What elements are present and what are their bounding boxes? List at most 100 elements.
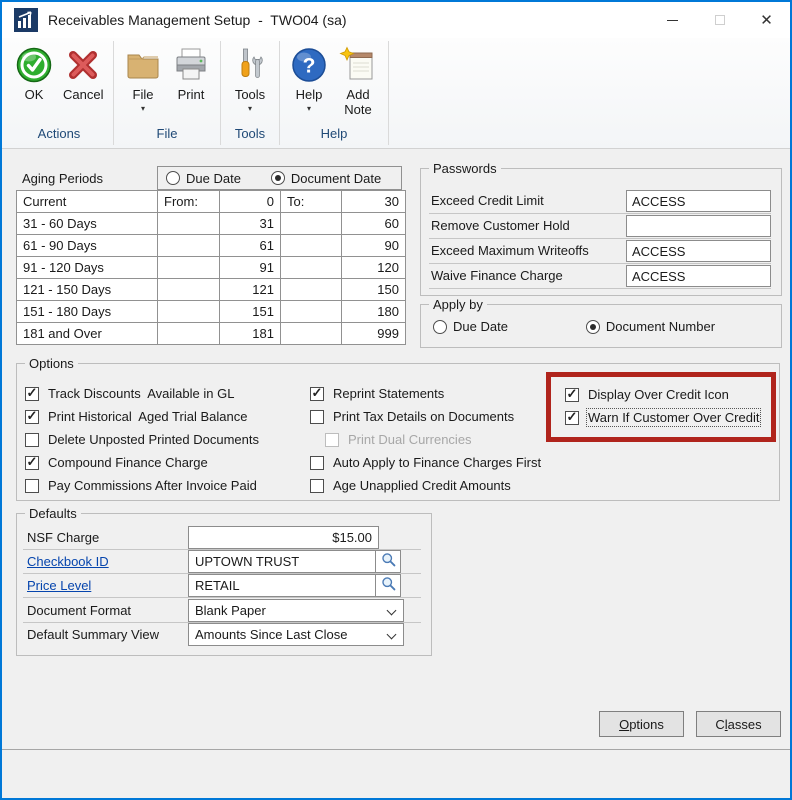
exceed-credit-limit-password-input[interactable]: ACCESS (626, 190, 771, 212)
aging-from-label (158, 235, 220, 257)
delete-unposted-printed-documents-checkbox[interactable] (25, 433, 39, 447)
aging-to-input[interactable]: 999 (342, 323, 406, 345)
print-historical-aged-trial-balance-checkbox[interactable] (25, 410, 39, 424)
apply-by-group: Apply by Due DateDocument Number (420, 304, 782, 348)
summary-view-value: Amounts Since Last Close (195, 627, 347, 642)
aging-from-input[interactable]: 151 (220, 301, 281, 323)
print-tax-details-on-documents-checkbox[interactable] (310, 410, 324, 424)
print-dual-currencies-checkbox (325, 433, 339, 447)
document-format-dropdown[interactable]: Blank Paper (188, 599, 404, 622)
price-level-link[interactable]: Price Level (27, 578, 91, 593)
aging-from-label (158, 213, 220, 235)
compound-finance-charge-label: Compound Finance Charge (48, 455, 208, 470)
aging-to-input[interactable]: 180 (342, 301, 406, 323)
radio-unselected-icon (166, 171, 180, 185)
print-tax-details-on-documents-checkbox-row: Print Tax Details on Documents (310, 405, 541, 428)
minimize-icon[interactable] (649, 2, 696, 38)
auto-apply-to-finance-charges-first-checkbox-row: Auto Apply to Finance Charges First (310, 451, 541, 474)
aging-due-date-radio[interactable]: Due Date (166, 171, 241, 186)
ribbon-group-tools: Tools▾ Tools (222, 38, 278, 148)
ribbon-group-label-tools: Tools (222, 123, 278, 148)
pay-commissions-after-invoice-paid-checkbox[interactable] (25, 479, 39, 493)
aging-from-input[interactable]: 0 (220, 191, 281, 213)
ribbon-tools-button[interactable]: Tools▾ (226, 45, 274, 114)
compound-finance-charge-checkbox-row: Compound Finance Charge (25, 451, 259, 474)
chevron-down-icon: ▾ (248, 105, 252, 113)
auto-apply-to-finance-charges-first-checkbox[interactable] (310, 456, 324, 470)
nsf-charge-input[interactable]: $15.00 (188, 526, 379, 549)
passwords-group: Passwords Exceed Credit LimitACCESSRemov… (420, 168, 782, 296)
options-group-title: Options (25, 356, 78, 371)
classes-button[interactable]: Classes (696, 711, 781, 737)
ribbon-cancel-button[interactable]: Cancel (58, 45, 108, 104)
nsf-charge-value: $15.00 (332, 530, 372, 545)
warn-if-customer-over-credit-label: Warn If Customer Over Credit (588, 410, 759, 425)
checkbook-id-input[interactable]: UPTOWN TRUST (188, 550, 376, 573)
age-unapplied-credit-amounts-checkbox[interactable] (310, 479, 324, 493)
aging-from-label (158, 301, 220, 323)
display-over-credit-icon-label: Display Over Credit Icon (588, 387, 729, 402)
aging-from-input[interactable]: 121 (220, 279, 281, 301)
aging-from-input[interactable]: 61 (220, 235, 281, 257)
aging-to-input[interactable]: 150 (342, 279, 406, 301)
reprint-statements-checkbox-row: Reprint Statements (310, 382, 541, 405)
track-discounts-available-in-gl-checkbox[interactable] (25, 387, 39, 401)
password-row: Exceed Maximum WriteoffsACCESS (429, 239, 771, 264)
price-level-lookup-button[interactable] (376, 574, 401, 597)
aging-table-row: 61 - 90 Days6190 (17, 235, 406, 257)
ribbon-group-file: File▾PrintFile (115, 38, 219, 148)
aging-from-input[interactable]: 181 (220, 323, 281, 345)
apply-by-document-number-radio[interactable]: Document Number (586, 319, 715, 334)
print-tax-details-on-documents-label: Print Tax Details on Documents (333, 409, 514, 424)
price-level-value: RETAIL (195, 578, 240, 593)
dialog-body: Aging Periods Due DateDocument Date Curr… (2, 149, 790, 798)
options-button[interactable]: Options (599, 711, 684, 737)
apply-by-due-date-radio[interactable]: Due Date (433, 319, 508, 334)
display-over-credit-icon-checkbox[interactable] (565, 388, 579, 402)
summary-view-dropdown[interactable]: Amounts Since Last Close (188, 623, 404, 646)
print-historical-aged-trial-balance-label: Print Historical Aged Trial Balance (48, 409, 247, 424)
aging-radio-label: Due Date (186, 171, 241, 186)
document-format-row: Document Format Blank Paper (23, 599, 421, 623)
close-icon[interactable]: ✕ (743, 2, 790, 38)
checkbook-id-link[interactable]: Checkbook ID (27, 554, 109, 569)
ribbon-help-button[interactable]: ?Help▾ (285, 45, 333, 114)
delete-unposted-printed-documents-label: Delete Unposted Printed Documents (48, 432, 259, 447)
ribbon-group-label-help: Help (281, 123, 387, 148)
aging-to-input[interactable]: 30 (342, 191, 406, 213)
password-row: Remove Customer Hold (429, 214, 771, 239)
ribbon-group-actions: OKCancelActions (6, 38, 112, 148)
ribbon-separator (388, 41, 389, 145)
track-discounts-available-in-gl-label: Track Discounts Available in GL (48, 386, 234, 401)
aging-table-row: 151 - 180 Days151180 (17, 301, 406, 323)
ribbon-ok-button[interactable]: OK (10, 45, 58, 104)
aging-document-date-radio[interactable]: Document Date (271, 171, 381, 186)
nsf-charge-label: NSF Charge (27, 530, 99, 545)
reprint-statements-checkbox[interactable] (310, 387, 324, 401)
warn-if-customer-over-credit-checkbox[interactable] (565, 411, 579, 425)
aging-to-input[interactable]: 120 (342, 257, 406, 279)
maximize-icon[interactable] (696, 2, 743, 38)
aging-to-input[interactable]: 60 (342, 213, 406, 235)
waive-finance-charge-password-input[interactable]: ACCESS (626, 265, 771, 287)
ribbon-file-button[interactable]: File▾ (119, 45, 167, 114)
aging-from-input[interactable]: 91 (220, 257, 281, 279)
reprint-statements-label: Reprint Statements (333, 386, 444, 401)
exceed-maximum-writeoffs-password-input[interactable]: ACCESS (626, 240, 771, 262)
compound-finance-charge-checkbox[interactable] (25, 456, 39, 470)
ribbon-print-button[interactable]: Print (167, 45, 215, 104)
title-bar: Receivables Management Setup - TWO04 (sa… (2, 2, 790, 38)
ribbon-add-note-button[interactable]: Add Note (333, 45, 383, 118)
aging-to-input[interactable]: 90 (342, 235, 406, 257)
price-level-input[interactable]: RETAIL (188, 574, 376, 597)
aging-to-label (281, 257, 342, 279)
ribbon-button-label: Add Note (338, 88, 378, 117)
aging-from-input[interactable]: 31 (220, 213, 281, 235)
remove-customer-hold-password-input[interactable] (626, 215, 771, 237)
ribbon-toolbar: OKCancelActionsFile▾PrintFileTools▾Tools… (2, 38, 790, 149)
password-row: Exceed Credit LimitACCESS (429, 189, 771, 214)
aging-table-row: 91 - 120 Days91120 (17, 257, 406, 279)
ok-check-icon (15, 46, 53, 84)
display-over-credit-icon-checkbox-row: Display Over Credit Icon (565, 383, 759, 406)
checkbook-lookup-button[interactable] (376, 550, 401, 573)
